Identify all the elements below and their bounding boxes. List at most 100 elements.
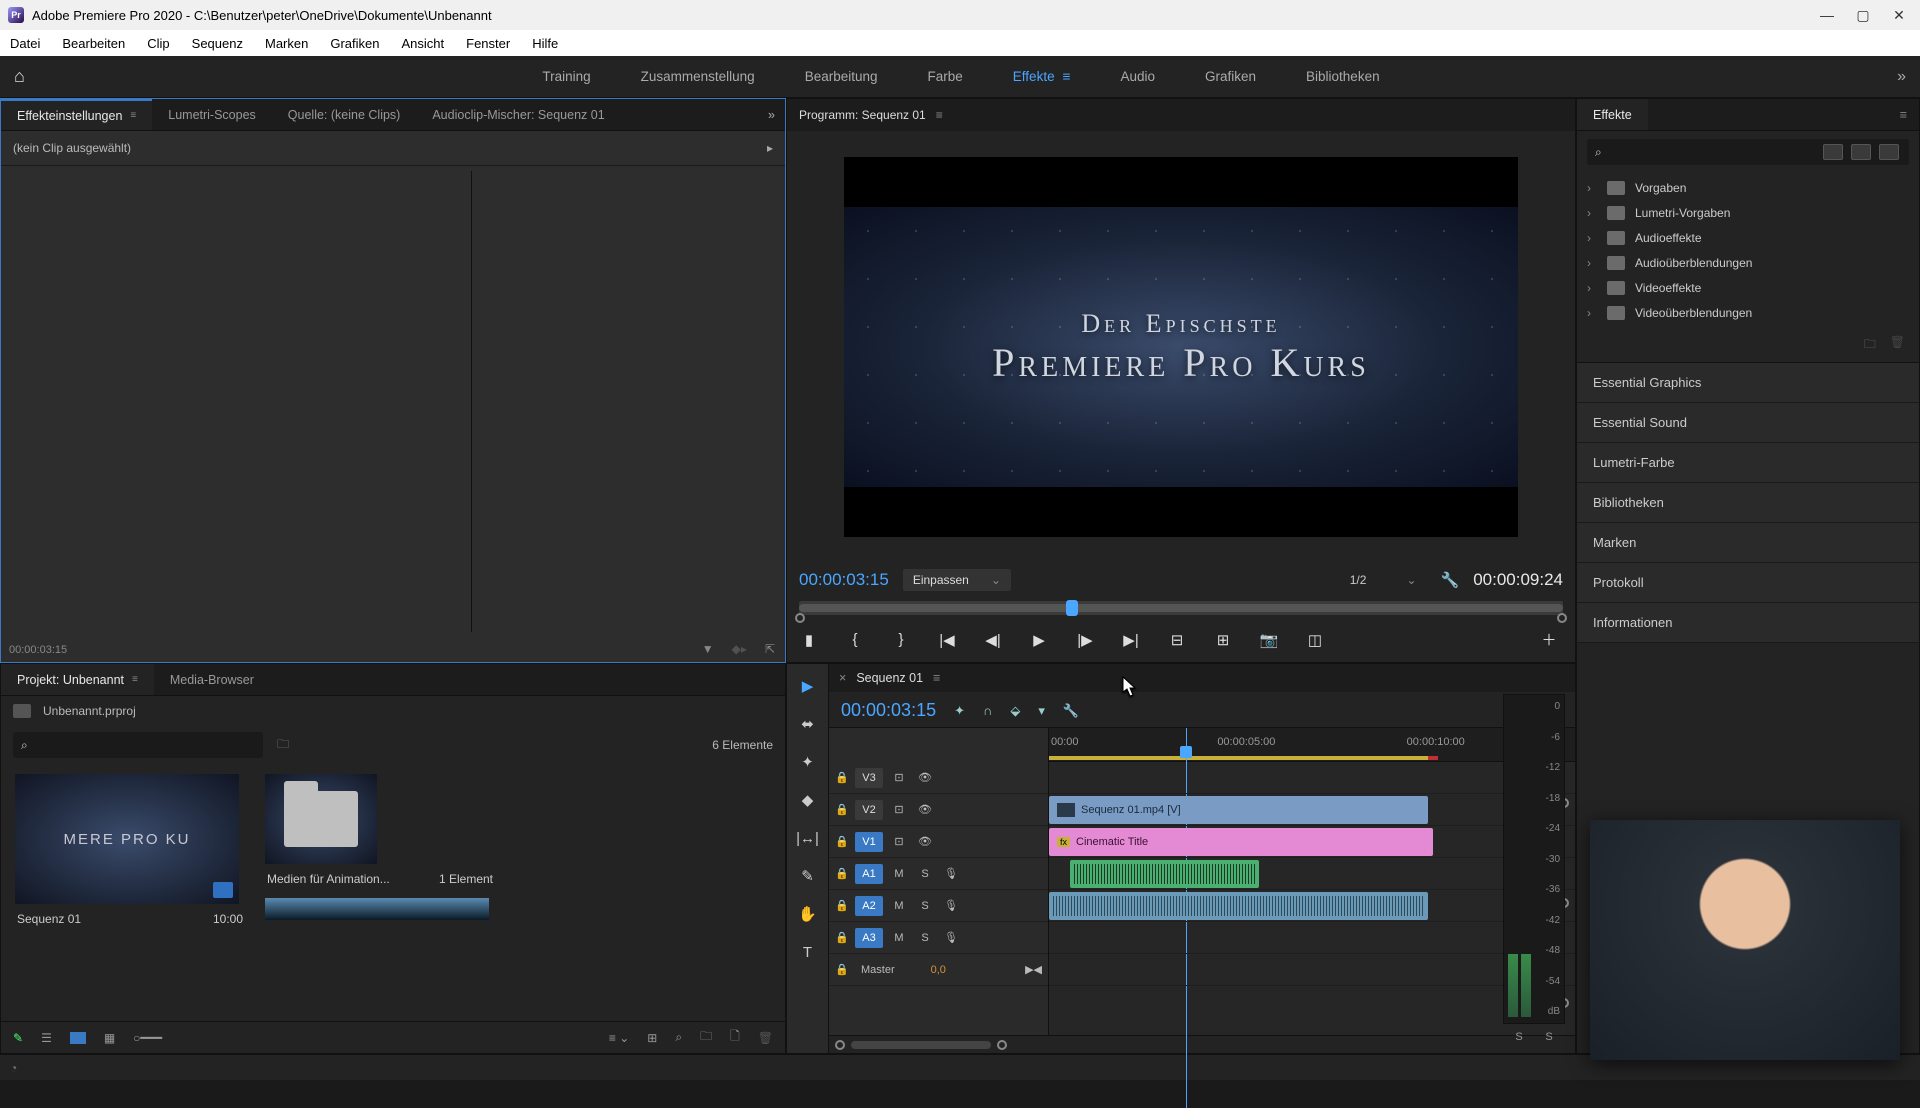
menu-clip[interactable]: Clip [147, 36, 169, 51]
tab-audioclip-mischer[interactable]: Audioclip-Mischer: Sequenz 01 [416, 99, 620, 130]
eye-icon[interactable]: 👁 [915, 771, 935, 784]
lock-icon[interactable]: 🔒 [835, 931, 849, 944]
ws-audio[interactable]: Audio [1120, 69, 1155, 84]
folder-vorgaben[interactable]: ›Vorgaben [1587, 175, 1909, 200]
project-search-input[interactable] [28, 738, 255, 753]
panel-bibliotheken[interactable]: Bibliotheken [1577, 483, 1919, 523]
snap-icon[interactable]: ✦ [954, 703, 965, 719]
resolution-dropdown[interactable]: 1/2⌄ [1340, 569, 1427, 591]
ws-farbe[interactable]: Farbe [928, 69, 963, 84]
tab-media-browser[interactable]: Media-Browser [154, 664, 270, 695]
list-view-icon[interactable]: ☰ [41, 1031, 52, 1045]
track-master[interactable]: 🔒Master0,0▶◀ [829, 954, 1048, 986]
lock-icon[interactable]: 🔒 [835, 803, 849, 816]
track-a1[interactable]: 🔒A1MS🎙 [829, 858, 1048, 890]
collapse-icon[interactable]: ▶◀ [1025, 963, 1042, 976]
ws-bibliotheken[interactable]: Bibliotheken [1306, 69, 1380, 84]
menu-grafiken[interactable]: Grafiken [330, 36, 379, 51]
tab-effekte[interactable]: Effekte [1577, 99, 1648, 130]
maximize-button[interactable]: ▢ [1854, 6, 1872, 24]
panel-protokoll[interactable]: Protokoll [1577, 563, 1919, 603]
eye-icon[interactable]: 👁 [915, 803, 935, 816]
expand-icon[interactable]: ▸ [767, 141, 773, 155]
mic-icon[interactable]: 🎙 [941, 867, 961, 880]
tab-effekteinstellungen[interactable]: Effekteinstellungen≡ [1, 99, 152, 130]
workspace-overflow-icon[interactable]: » [1897, 68, 1906, 86]
step-forward-icon[interactable]: |▶ [1075, 631, 1095, 649]
new-bin-icon[interactable]: 🗀 [700, 1027, 712, 1048]
menu-bearbeiten[interactable]: Bearbeiten [62, 36, 125, 51]
project-item-folder[interactable]: Medien für Animation...1 Element [265, 774, 495, 920]
lock-icon[interactable]: 🔒 [835, 771, 849, 784]
folder-lumetri-vorgaben[interactable]: ›Lumetri-Vorgaben [1587, 200, 1909, 225]
mic-icon[interactable]: 🎙 [941, 931, 961, 944]
add-marker-icon[interactable]: ⬙ [1010, 703, 1020, 719]
zoom-fit-dropdown[interactable]: Einpassen⌄ [903, 569, 1011, 591]
clip-audio1[interactable] [1070, 860, 1259, 888]
writable-icon[interactable]: ✎ [13, 1031, 23, 1045]
mic-icon[interactable]: 🎙 [941, 899, 961, 912]
accelerated-badge-icon[interactable] [1823, 144, 1843, 160]
sequence-tab[interactable]: Sequenz 01 [856, 671, 923, 685]
new-bin-icon[interactable]: 🗀 [277, 735, 289, 756]
track-v3[interactable]: 🔒V3⊡👁 [829, 762, 1048, 794]
folder-audiouberblendungen[interactable]: ›Audioüberblendungen [1587, 250, 1909, 275]
sequence-menu-icon[interactable]: ≡ [933, 671, 940, 685]
yuv-badge-icon[interactable] [1879, 144, 1899, 160]
folder-videouberblendungen[interactable]: ›Videoüberblendungen [1587, 300, 1909, 325]
lift-icon[interactable]: ⊟ [1167, 631, 1187, 649]
project-item-sequenz[interactable]: MERE PRO KU Sequenz 0110:00 [15, 774, 245, 934]
tab-projekt[interactable]: Projekt: Unbenannt≡ [1, 664, 154, 695]
panel-essential-sound[interactable]: Essential Sound [1577, 403, 1919, 443]
close-sequence-icon[interactable]: × [839, 671, 846, 685]
effects-search[interactable]: ⌕ [1587, 139, 1909, 165]
effects-search-input[interactable] [1610, 145, 1815, 160]
program-viewer[interactable]: Der Epischste Premiere Pro Kurs [844, 157, 1518, 537]
program-playhead[interactable] [1066, 600, 1078, 616]
panel-informationen[interactable]: Informationen [1577, 603, 1919, 643]
mark-in-icon[interactable]: ▮ [799, 631, 819, 649]
new-bin-icon[interactable]: 🗀 [1864, 335, 1876, 356]
track-v1[interactable]: 🔒V1⊡👁 [829, 826, 1048, 858]
timeline-tracks-area[interactable]: 00:00 00:00:05:00 00:00:10:00 Sequenz 01… [1049, 728, 1575, 1035]
keyframe-icon[interactable]: ◆▸ [732, 642, 747, 656]
lock-icon[interactable]: 🔒 [835, 963, 849, 976]
zoom-slider-handle[interactable]: ○━━━ [133, 1031, 162, 1045]
wrench-icon[interactable]: 🔧 [1441, 571, 1460, 589]
tab-quelle[interactable]: Quelle: (keine Clips) [272, 99, 417, 130]
timeline-timecode[interactable]: 00:00:03:15 [841, 700, 936, 721]
menu-marken[interactable]: Marken [265, 36, 308, 51]
program-tab[interactable]: Programm: Sequenz 01 [799, 108, 926, 122]
timeline-marker-icon[interactable]: ▾ [1038, 703, 1045, 719]
automate-icon[interactable]: ⊞ [647, 1031, 657, 1045]
hand-tool-icon[interactable]: ✋ [796, 902, 820, 926]
slip-tool-icon[interactable]: |↔| [796, 826, 820, 850]
32bit-badge-icon[interactable] [1851, 144, 1871, 160]
export-icon[interactable]: ⇱ [765, 642, 775, 656]
folder-videoeffekte[interactable]: ›Videoeffekte [1587, 275, 1909, 300]
delete-icon[interactable]: 🗑 [1890, 335, 1905, 356]
icon-view-icon[interactable] [70, 1032, 86, 1044]
clip-video[interactable]: Sequenz 01.mp4 [V] [1049, 796, 1428, 824]
ws-bearbeitung[interactable]: Bearbeitung [805, 69, 878, 84]
compare-icon[interactable]: ◫ [1305, 631, 1325, 649]
ws-grafiken[interactable]: Grafiken [1205, 69, 1256, 84]
go-to-in-icon[interactable]: |◀ [937, 631, 957, 649]
track-v2[interactable]: 🔒V2⊡👁 [829, 794, 1048, 826]
eye-icon[interactable]: 👁 [915, 835, 935, 848]
program-current-tc[interactable]: 00:00:03:15 [799, 570, 889, 590]
selection-tool-icon[interactable]: ▶ [796, 674, 820, 698]
lock-icon[interactable]: 🔒 [835, 867, 849, 880]
export-frame-icon[interactable]: 📷 [1259, 631, 1279, 649]
bracket-out-icon[interactable]: } [891, 631, 911, 648]
work-area-bar[interactable] [1049, 756, 1428, 760]
timeline-zoom-scroll[interactable] [829, 1035, 1575, 1053]
home-icon[interactable]: ⌂ [14, 66, 25, 87]
folder-audioeffekte[interactable]: ›Audioeffekte [1587, 225, 1909, 250]
ws-zusammenstellung[interactable]: Zusammenstellung [641, 69, 755, 84]
razor-tool-icon[interactable]: ◆ [796, 788, 820, 812]
settings-icon[interactable]: 🔧 [1063, 703, 1079, 719]
panel-essential-graphics[interactable]: Essential Graphics [1577, 363, 1919, 403]
add-button-icon[interactable]: ＋ [1539, 629, 1559, 650]
lock-icon[interactable]: 🔒 [835, 899, 849, 912]
